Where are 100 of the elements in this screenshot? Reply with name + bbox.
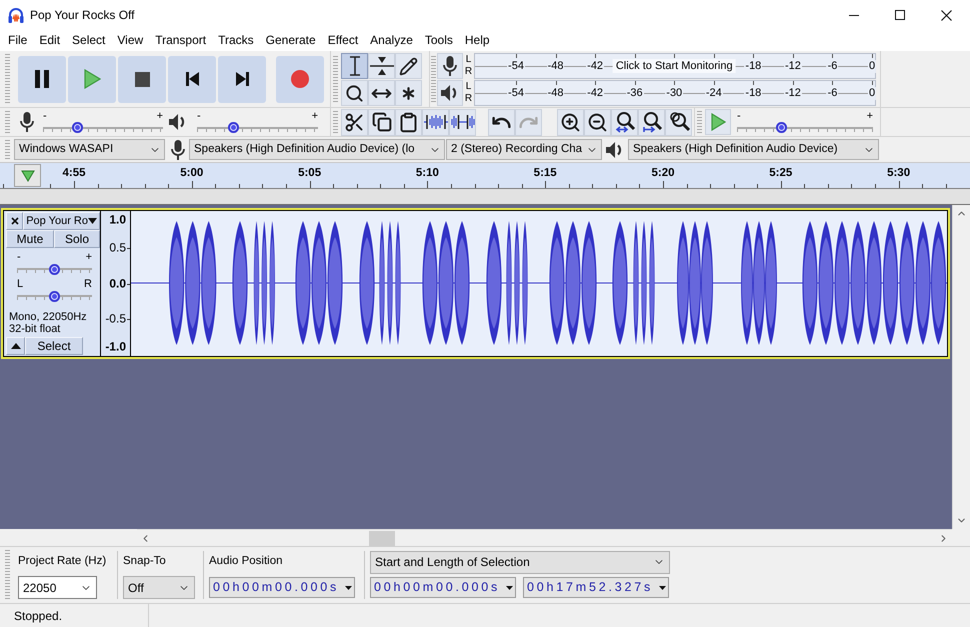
envelope-tool-button[interactable] bbox=[368, 53, 395, 79]
menu-item[interactable]: Help bbox=[458, 30, 496, 51]
project-rate-combobox[interactable]: 22050 bbox=[18, 576, 97, 599]
level-meter[interactable]: -54 -48 -42 -36 -30 -24 -18 -12 -6 0 bbox=[474, 80, 876, 106]
quick-play-button[interactable] bbox=[14, 164, 41, 187]
menu-item[interactable]: Transport bbox=[149, 30, 212, 51]
undo-button[interactable] bbox=[488, 108, 515, 136]
timeline-ruler[interactable]: 4:55 5:00 5:05 5:10 5:15 5:20 5:25 5:30 bbox=[0, 163, 970, 189]
monitoring-prompt[interactable]: Click to Start Monitoring bbox=[612, 59, 736, 73]
status-text: Stopped. bbox=[14, 608, 62, 624]
meter-scale-label: 0 bbox=[868, 60, 876, 73]
recording-volume-slider[interactable] bbox=[43, 122, 163, 134]
copy-button[interactable] bbox=[368, 108, 395, 136]
pan-slider[interactable] bbox=[17, 290, 92, 302]
pause-button[interactable] bbox=[18, 56, 66, 102]
multi-tool-button[interactable] bbox=[395, 80, 422, 106]
ruler-time-label: 5:20 bbox=[651, 167, 675, 180]
i-beam-icon bbox=[348, 56, 360, 76]
mute-button[interactable]: Mute bbox=[6, 230, 54, 248]
window-title: Pop Your Rocks Off bbox=[30, 7, 135, 24]
audio-position-field[interactable]: 00h00m00.000s bbox=[209, 577, 355, 598]
skip-to-start-icon bbox=[186, 72, 198, 86]
gain-slider[interactable] bbox=[17, 263, 92, 275]
selection-start-field[interactable]: 00h00m00.000s bbox=[370, 577, 516, 598]
selection-mode-dropdown[interactable]: Start and Length of Selection bbox=[370, 550, 670, 574]
collapse-button[interactable] bbox=[6, 337, 25, 355]
waveform-gap-icon bbox=[450, 114, 474, 130]
scissors-icon bbox=[344, 112, 365, 132]
selection-length-field[interactable]: 00h17m52.327s bbox=[523, 577, 669, 598]
playback-meter-button[interactable] bbox=[437, 80, 463, 106]
recording-device-dropdown[interactable]: Speakers (High Definition Audio Device) (lo bbox=[189, 139, 445, 160]
menu-item[interactable]: Generate bbox=[260, 30, 322, 51]
caret-down-icon bbox=[659, 586, 666, 590]
paste-button[interactable] bbox=[395, 108, 422, 136]
microphone-icon bbox=[171, 140, 185, 160]
menu-item[interactable]: View bbox=[111, 30, 150, 51]
playback-device-dropdown[interactable]: Speakers (High Definition Audio Device) bbox=[628, 139, 879, 160]
slider-thumb[interactable] bbox=[49, 290, 60, 302]
menu-item[interactable]: Edit bbox=[33, 30, 66, 51]
silence-button[interactable] bbox=[449, 108, 476, 136]
slider-min-label: - bbox=[17, 252, 21, 263]
audio-host-dropdown[interactable]: Windows WASAPI bbox=[14, 139, 165, 160]
scrollbar-thumb[interactable] bbox=[369, 530, 395, 546]
waveform-brackets-icon bbox=[424, 114, 448, 130]
zoom-toggle-button[interactable] bbox=[665, 108, 692, 136]
level-meter[interactable]: -54 -48 -42 Click to Start Monitoring -18 -12 -6 0 bbox=[474, 53, 876, 79]
zoom-out-button[interactable] bbox=[584, 108, 611, 136]
menu-item[interactable]: Effect bbox=[322, 30, 364, 51]
slider-thumb[interactable] bbox=[72, 122, 84, 133]
slider-thumb[interactable] bbox=[228, 122, 239, 133]
play-at-speed-button[interactable] bbox=[705, 109, 731, 135]
channel-label: R bbox=[464, 93, 472, 105]
slider-max-label: R bbox=[84, 279, 92, 290]
audio-position-label: Audio Position bbox=[209, 554, 283, 570]
record-meter-button[interactable] bbox=[437, 53, 463, 79]
grip-handle-icon[interactable] bbox=[333, 56, 338, 104]
menu-item[interactable]: Tracks bbox=[212, 30, 260, 51]
track-name-menu[interactable]: Pop Your Ro bbox=[23, 212, 100, 230]
slider-thumb[interactable] bbox=[49, 264, 60, 274]
slider-min-label: - bbox=[737, 110, 741, 122]
menu-item[interactable]: Analyze bbox=[364, 30, 419, 51]
snap-to-label: Snap-To bbox=[123, 554, 166, 570]
time-shift-tool-button[interactable] bbox=[368, 80, 395, 106]
menu-item[interactable]: Select bbox=[66, 30, 112, 51]
caret-up-icon bbox=[10, 343, 20, 349]
draw-tool-button[interactable] bbox=[395, 53, 422, 79]
grip-handle-icon[interactable] bbox=[333, 111, 338, 133]
skip-to-start-button[interactable] bbox=[168, 56, 216, 102]
zoom-tool-button[interactable] bbox=[341, 80, 368, 106]
magnifier-bar-arrow-icon bbox=[640, 111, 662, 133]
playback-speed-slider[interactable] bbox=[737, 122, 873, 134]
grip-handle-icon[interactable] bbox=[697, 111, 702, 133]
skip-to-end-button[interactable] bbox=[218, 56, 266, 102]
slider-thumb[interactable] bbox=[776, 122, 788, 133]
close-icon bbox=[10, 217, 19, 225]
select-button[interactable]: Select bbox=[25, 337, 83, 355]
recording-channels-dropdown[interactable]: 2 (Stereo) Recording Cha bbox=[446, 139, 602, 160]
record-icon bbox=[291, 70, 309, 88]
menu-item[interactable]: File bbox=[2, 30, 34, 51]
caret-down-icon bbox=[88, 218, 97, 224]
zoom-in-button[interactable] bbox=[557, 108, 584, 136]
stop-button[interactable] bbox=[118, 56, 166, 102]
snap-to-dropdown[interactable]: Off bbox=[123, 576, 195, 599]
record-button[interactable] bbox=[276, 56, 324, 102]
playback-volume-slider[interactable] bbox=[197, 122, 318, 134]
track-info-text: Mono, 22050Hz bbox=[9, 311, 88, 323]
fit-selection-button[interactable] bbox=[611, 108, 638, 136]
trim-button[interactable] bbox=[422, 108, 449, 136]
menu-item[interactable]: Tools bbox=[418, 30, 459, 51]
triangle-down-icon bbox=[20, 170, 34, 182]
grip-handle-icon[interactable] bbox=[431, 56, 436, 104]
fit-project-button[interactable] bbox=[638, 108, 665, 136]
ruler-time-label: 5:10 bbox=[416, 167, 439, 180]
cut-button[interactable] bbox=[341, 108, 368, 136]
slider-max-label: + bbox=[312, 110, 318, 122]
microphone-icon bbox=[443, 56, 457, 76]
solo-button[interactable]: Solo bbox=[54, 230, 100, 248]
selection-tool-button[interactable] bbox=[341, 53, 368, 79]
meter-scale-label: 0 bbox=[868, 87, 876, 100]
track-close-button[interactable] bbox=[6, 212, 24, 230]
